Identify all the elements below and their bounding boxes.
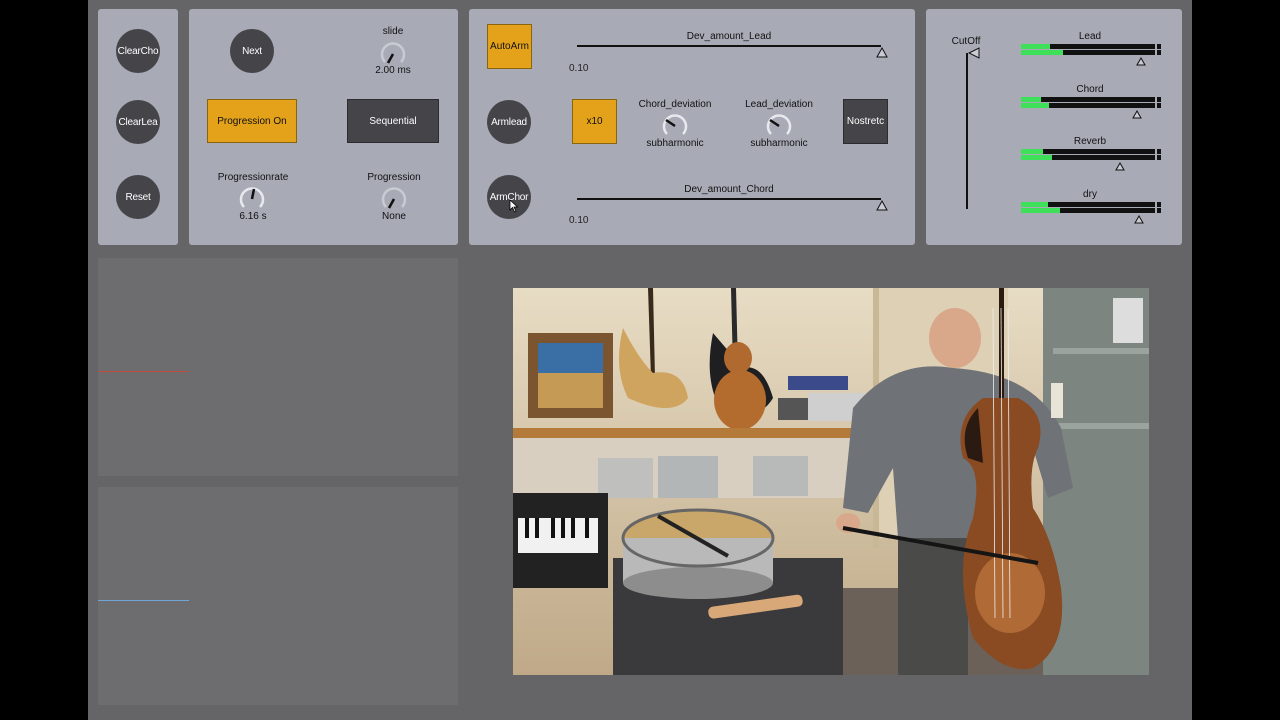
cutoff-label: CutOff <box>951 36 981 47</box>
lead-deviation-value: subharmonic <box>750 138 808 149</box>
clear-chord-button[interactable]: ClearCho <box>116 29 160 73</box>
meter-level-fill <box>1021 149 1043 154</box>
meter-handle-chord[interactable] <box>1132 110 1142 119</box>
clear-lead-button[interactable]: ClearLea <box>116 100 160 144</box>
clear-panel: ClearCho ClearLea Reset <box>98 9 178 245</box>
meter-divider <box>1155 202 1157 214</box>
meter-handle-dry[interactable] <box>1134 215 1144 224</box>
dev-chord-value: 0.10 <box>569 215 589 226</box>
meter-level-fill <box>1021 208 1060 213</box>
chord-deviation-value: subharmonic <box>646 138 704 149</box>
chord-deviation-knob[interactable] <box>661 112 689 140</box>
meter-label-lead: Lead <box>1078 31 1102 42</box>
dev-lead-value: 0.10 <box>569 63 589 74</box>
dev-chord-label: Dev_amount_Chord <box>684 184 774 195</box>
progressionrate-label: Progressionrate <box>217 172 289 183</box>
meter-level-fill <box>1021 97 1041 102</box>
dev-lead-slider-handle[interactable] <box>876 47 888 58</box>
meter-level-fill <box>1021 50 1063 55</box>
chord-trace-panel <box>98 487 458 705</box>
x10-toggle[interactable]: x10 <box>572 99 617 144</box>
lead-deviation-label: Lead_deviation <box>745 99 813 110</box>
meter-level-fill <box>1021 103 1049 108</box>
sequential-toggle[interactable]: Sequential <box>347 99 439 143</box>
meter-handle-reverb[interactable] <box>1115 162 1125 171</box>
meter-reverb[interactable] <box>1021 149 1161 163</box>
dev-chord-slider-track[interactable] <box>577 198 881 200</box>
max-patch-window: ClearCho ClearLea Reset Next slide 2.00 … <box>88 0 1192 720</box>
next-button[interactable]: Next <box>230 29 274 73</box>
mouse-cursor-icon <box>509 199 519 213</box>
progression-knob[interactable] <box>380 185 408 213</box>
lead-trace-panel <box>98 258 458 476</box>
dev-lead-label: Dev_amount_Lead <box>686 31 772 42</box>
chord-trace-line <box>98 600 189 601</box>
progression-label: Progression <box>367 172 421 183</box>
meter-handle-lead[interactable] <box>1136 57 1146 66</box>
deviation-panel: AutoArm Armlead ArmChor Dev_amount_Lead … <box>469 9 915 245</box>
reset-button[interactable]: Reset <box>116 175 160 219</box>
meter-level-fill <box>1021 155 1052 160</box>
nostretch-toggle[interactable]: Nostretc <box>843 99 888 144</box>
progressionrate-value: 6.16 s <box>239 211 267 222</box>
meter-divider <box>1155 97 1157 109</box>
meter-lead[interactable] <box>1021 44 1161 58</box>
progression-on-toggle[interactable]: Progression On <box>207 99 297 143</box>
cutoff-slider-handle[interactable] <box>968 47 980 59</box>
lead-deviation-knob[interactable] <box>765 112 793 140</box>
progression-value: None <box>382 211 406 222</box>
meter-divider <box>1155 44 1157 56</box>
meter-chord[interactable] <box>1021 97 1161 111</box>
mixer-panel: CutOff Lead Chord Reverb dry <box>926 9 1182 245</box>
dev-chord-slider-handle[interactable] <box>876 200 888 211</box>
armlead-button[interactable]: Armlead <box>487 100 531 144</box>
lead-trace-line <box>98 371 189 372</box>
cutoff-slider-track[interactable] <box>966 53 968 209</box>
chord-deviation-label: Chord_deviation <box>638 99 712 110</box>
meter-level-fill <box>1021 202 1048 207</box>
progression-panel: Next slide 2.00 ms Progression On Sequen… <box>189 9 458 245</box>
musician-video-frame <box>513 288 1149 675</box>
meter-label-chord: Chord <box>1076 84 1104 95</box>
meter-label-dry: dry <box>1083 189 1097 200</box>
meter-label-reverb: Reverb <box>1073 136 1107 147</box>
meter-level-fill <box>1021 44 1050 49</box>
meter-dry[interactable] <box>1021 202 1161 216</box>
slide-label: slide <box>382 26 404 37</box>
slide-value: 2.00 ms <box>375 65 411 76</box>
progressionrate-knob[interactable] <box>238 185 266 213</box>
meter-track <box>1021 97 1161 102</box>
meter-divider <box>1155 149 1157 161</box>
autoarm-toggle[interactable]: AutoArm <box>487 24 532 69</box>
dev-lead-slider-track[interactable] <box>577 45 881 47</box>
slide-knob[interactable] <box>379 40 407 68</box>
